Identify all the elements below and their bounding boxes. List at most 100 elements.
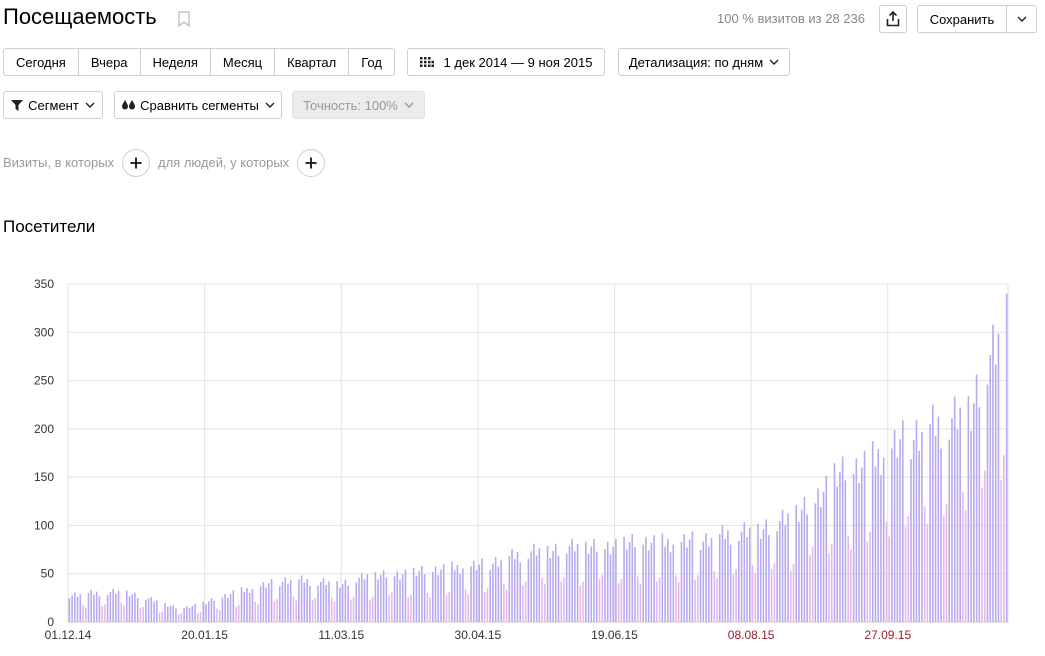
chart-bar <box>303 582 306 622</box>
chart-bar <box>445 594 448 622</box>
chart-bar <box>839 471 841 622</box>
chart-bar <box>754 573 757 622</box>
chart-bar <box>341 584 344 622</box>
chart-bar <box>243 591 246 622</box>
chart-bar <box>235 606 237 622</box>
chart-bar <box>519 562 522 622</box>
chart-bar <box>186 606 188 622</box>
plus-icon <box>130 157 142 169</box>
chart-bar <box>620 579 623 622</box>
chart-bar <box>830 543 833 622</box>
detail-dropdown[interactable]: Детализация: по дням <box>618 48 790 76</box>
chart-bar <box>932 404 934 622</box>
chart-bar <box>131 594 133 622</box>
compare-segments-button[interactable]: Сравнить сегменты <box>114 91 282 119</box>
chevron-down-icon <box>85 102 95 108</box>
chart-bar <box>828 552 830 622</box>
chart-bar <box>683 534 685 622</box>
y-tick-label: 300 <box>34 325 54 339</box>
chart-bar <box>328 581 330 622</box>
chart-bar <box>923 506 926 622</box>
chart-bar <box>421 565 423 622</box>
chart-bar <box>672 544 675 622</box>
export-button[interactable] <box>879 5 907 33</box>
period-quarter[interactable]: Квартал <box>275 49 350 75</box>
date-range-button[interactable]: 1 дек 2014 — 9 ноя 2015 <box>407 48 605 76</box>
calendar-icon <box>419 57 434 67</box>
chart-bar <box>396 571 399 622</box>
add-people-condition-button[interactable] <box>297 149 325 177</box>
chart-bar <box>855 458 858 622</box>
chart-bar <box>776 531 778 622</box>
period-yesterday[interactable]: Вчера <box>79 49 141 75</box>
chart-bar <box>677 582 680 622</box>
x-tick-label: 11.03.15 <box>318 628 364 642</box>
people-filter-label: для людей, у которых <box>158 155 290 170</box>
chart-bar <box>117 590 120 622</box>
chart-bar <box>590 546 593 622</box>
chart-bar <box>970 430 972 622</box>
save-options-button[interactable] <box>1006 5 1037 33</box>
bookmark-icon[interactable] <box>178 11 190 27</box>
chart-bar <box>257 604 259 622</box>
save-button[interactable]: Сохранить <box>917 5 1007 33</box>
chart-bar <box>852 474 855 622</box>
chart-bar <box>593 539 595 622</box>
chart-bar <box>1005 293 1008 622</box>
chart-bar <box>317 585 319 622</box>
chart-bar <box>330 597 333 622</box>
chart-bar <box>489 569 491 622</box>
chart-bar <box>216 608 218 622</box>
chart-bar <box>82 605 84 622</box>
chart-bar <box>653 535 655 622</box>
chart-bar <box>254 601 256 622</box>
chart-bar <box>456 564 459 622</box>
chart-bar <box>915 420 918 622</box>
chart-bar <box>549 558 552 622</box>
chart-bar <box>557 555 560 622</box>
period-week[interactable]: Неделя <box>141 49 211 75</box>
chart-bar <box>877 449 879 622</box>
period-month[interactable]: Месяц <box>211 49 276 75</box>
chart-bar <box>470 566 472 622</box>
chart-bar <box>669 552 672 622</box>
period-today[interactable]: Сегодня <box>4 49 79 75</box>
compare-drops-icon <box>122 100 136 110</box>
chart-bar <box>912 439 915 622</box>
chart-bar <box>183 608 185 622</box>
chart-bar <box>289 579 292 622</box>
chart-bar <box>940 448 942 622</box>
chart-bar <box>582 581 584 622</box>
chart-bar <box>587 553 590 622</box>
chart-bar <box>344 579 347 622</box>
segment-button[interactable]: Сегмент <box>3 91 103 119</box>
chart-bar <box>631 534 634 622</box>
chart-bar <box>962 491 964 622</box>
chart-bar <box>410 594 412 622</box>
chart-bar <box>751 564 754 622</box>
chart-bar <box>319 581 322 622</box>
chart-bar <box>128 596 131 622</box>
chart-bar <box>500 559 502 622</box>
chart-bar <box>1000 480 1002 622</box>
chart-bar <box>412 567 415 622</box>
chart-bar <box>945 504 948 622</box>
chart-bar <box>522 585 524 622</box>
chart-bar <box>762 529 765 622</box>
chart-bar <box>350 599 352 622</box>
chart-bar <box>658 577 661 622</box>
add-visit-condition-button[interactable] <box>122 149 150 177</box>
accuracy-dropdown[interactable]: Точность: 100% <box>292 91 425 119</box>
period-selector: Сегодня Вчера Неделя Месяц Квартал Год <box>3 48 395 76</box>
chart-bar <box>404 569 407 622</box>
chart-bar <box>978 407 981 622</box>
visitors-chart: 0 50 100 150 200 250 300 350 01.12.14 20.01.15 11.… <box>34 277 1009 642</box>
chart-bar <box>478 564 481 622</box>
chart-bar <box>615 539 617 622</box>
period-year[interactable]: Год <box>349 49 394 75</box>
chart-bar <box>464 589 467 622</box>
chart-bar <box>109 592 112 622</box>
chart-bar <box>68 598 71 622</box>
chart-bar <box>393 576 396 622</box>
chart-bar <box>910 459 912 622</box>
